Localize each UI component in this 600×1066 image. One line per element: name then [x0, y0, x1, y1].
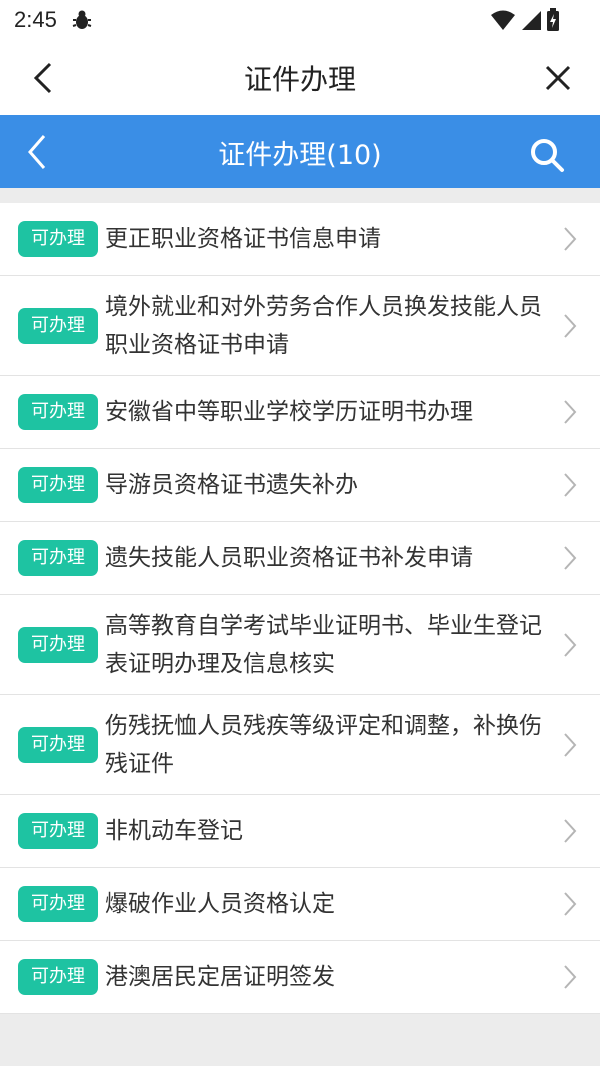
item-label: 爆破作业人员资格认定 — [105, 891, 335, 917]
item-label: 安徽省中等职业学校学历证明书办理 — [105, 399, 473, 425]
status-badge: 可办理 — [18, 467, 98, 503]
battery-icon — [547, 8, 559, 31]
header-bar: 证件办理(10) — [0, 115, 600, 188]
list-item[interactable]: 可办理 非机动车登记 — [0, 795, 600, 868]
chevron-right-icon — [564, 892, 577, 916]
list-item[interactable]: 可办理 爆破作业人员资格认定 — [0, 868, 600, 941]
list-item[interactable]: 可办理 港澳居民定居证明签发 — [0, 941, 600, 1014]
item-label: 导游员资格证书遗失补办 — [105, 472, 358, 498]
chevron-right-icon — [564, 227, 577, 251]
item-label: 更正职业资格证书信息申请 — [105, 226, 381, 252]
chevron-right-icon — [564, 732, 577, 757]
bug-icon — [72, 10, 92, 29]
chevron-right-icon — [564, 400, 577, 424]
service-list: 可办理 更正职业资格证书信息申请 可办理 境外就业和对外劳务合作人员换发技能人员… — [0, 203, 600, 1014]
status-badge: 可办理 — [18, 886, 98, 922]
status-badge: 可办理 — [18, 813, 98, 849]
item-label: 港澳居民定居证明签发 — [105, 964, 335, 990]
status-badge: 可办理 — [18, 726, 98, 763]
item-label: 伤残抚恤人员残疾等级评定和调整，补换伤残证件 — [105, 712, 542, 777]
item-label: 高等教育自学考试毕业证明书、毕业生登记表证明办理及信息核实 — [105, 612, 542, 677]
chevron-right-icon — [564, 546, 577, 570]
item-label: 境外就业和对外劳务合作人员换发技能人员职业资格证书申请 — [105, 293, 542, 358]
list-item[interactable]: 可办理 遗失技能人员职业资格证书补发申请 — [0, 522, 600, 595]
status-icons — [490, 8, 560, 32]
chevron-right-icon — [564, 473, 577, 497]
chevron-right-icon — [564, 965, 577, 989]
wifi-icon — [491, 10, 515, 30]
title-bar: 证件办理 — [0, 40, 600, 115]
status-badge: 可办理 — [18, 307, 98, 344]
status-badge: 可办理 — [18, 540, 98, 576]
list-item[interactable]: 可办理 导游员资格证书遗失补办 — [0, 449, 600, 522]
signal-icon — [522, 11, 541, 30]
search-icon[interactable] — [527, 135, 567, 175]
chevron-right-icon — [564, 819, 577, 843]
list-item[interactable]: 可办理 高等教育自学考试毕业证明书、毕业生登记表证明办理及信息核实 — [0, 595, 600, 695]
list-item[interactable]: 可办理 安徽省中等职业学校学历证明书办理 — [0, 376, 600, 449]
status-time: 2:45 — [14, 7, 57, 32]
item-label: 遗失技能人员职业资格证书补发申请 — [105, 545, 473, 571]
item-label: 非机动车登记 — [105, 818, 243, 844]
status-badge: 可办理 — [18, 626, 98, 663]
status-badge: 可办理 — [18, 959, 98, 995]
close-icon[interactable] — [542, 62, 574, 94]
status-bar: 2:45 — [0, 0, 600, 40]
header-title: 证件办理(10) — [218, 140, 382, 171]
list-item[interactable]: 可办理 伤残抚恤人员残疾等级评定和调整，补换伤残证件 — [0, 695, 600, 795]
status-badge: 可办理 — [18, 394, 98, 430]
page-title: 证件办理 — [243, 63, 356, 96]
status-badge: 可办理 — [18, 221, 98, 257]
chevron-right-icon — [564, 313, 577, 338]
list-item[interactable]: 可办理 境外就业和对外劳务合作人员换发技能人员职业资格证书申请 — [0, 276, 600, 376]
list-item[interactable]: 可办理 更正职业资格证书信息申请 — [0, 203, 600, 276]
chevron-right-icon — [564, 632, 577, 657]
